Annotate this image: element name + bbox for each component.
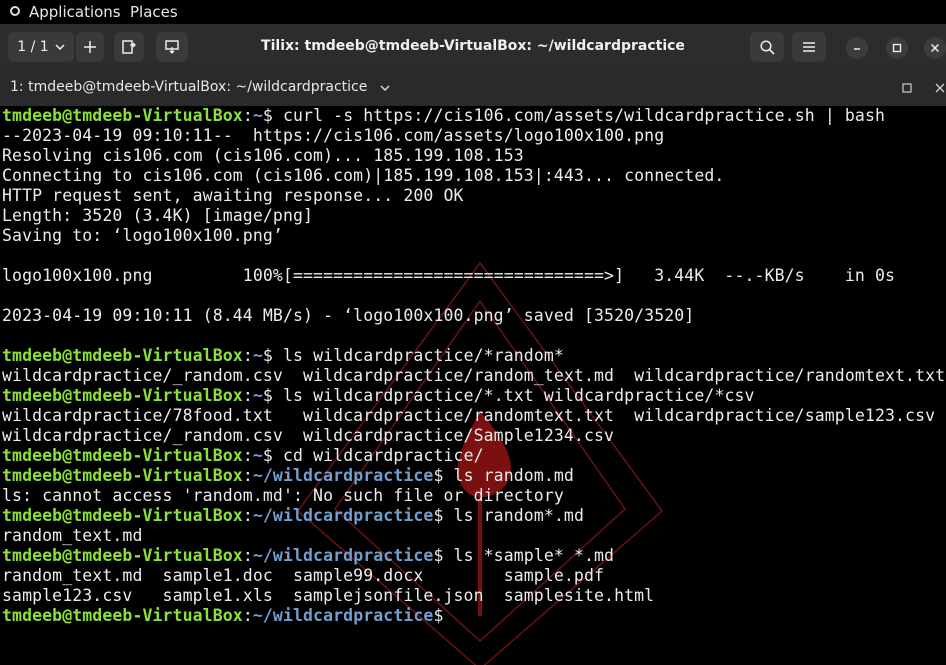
prompt-user-host: tmdeeb@tmdeeb-VirtualBox xyxy=(2,506,243,525)
prompt-dollar: $ xyxy=(262,446,273,465)
output-line: wildcardpractice/78food.txt wildcardprac… xyxy=(2,406,936,425)
prompt-colon: : xyxy=(242,506,253,525)
prompt-path: ~ xyxy=(252,106,263,125)
prompt-line: tmdeeb@tmdeeb-VirtualBox:~/wildcardpract… xyxy=(2,466,946,486)
close-terminal-icon[interactable] xyxy=(935,83,945,93)
output-line: Resolving cis106.com (cis106.com)... 185… xyxy=(2,146,524,165)
session-label: 1 / 1 xyxy=(17,39,49,55)
prompt-line: tmdeeb@tmdeeb-VirtualBox:~$ curl -s http… xyxy=(2,106,946,126)
activities-icon[interactable] xyxy=(10,6,20,16)
output-line: logo100x100.png 100%[===================… xyxy=(2,266,896,285)
split-right-button[interactable] xyxy=(114,32,144,62)
command-text: ls wildcardpractice/*random* xyxy=(272,346,564,365)
output-line: random_text.md sample1.doc sample99.docx… xyxy=(2,566,605,585)
prompt-path: ~ xyxy=(252,446,263,465)
prompt-line: tmdeeb@tmdeeb-VirtualBox:~$ ls wildcardp… xyxy=(2,346,946,366)
search-button[interactable] xyxy=(750,32,784,62)
prompt-path: ~ xyxy=(252,346,263,365)
prompt-path: ~/wildcardpractice xyxy=(252,506,434,525)
command-text: curl -s https://cis106.com/assets/wildca… xyxy=(272,106,886,125)
prompt-colon: : xyxy=(242,446,253,465)
output-line: sample123.csv sample1.xls samplejsonfile… xyxy=(2,586,655,605)
prompt-user-host: tmdeeb@tmdeeb-VirtualBox xyxy=(2,346,243,365)
output-line: Connecting to cis106.com (cis106.com)|18… xyxy=(2,166,725,185)
chevron-down-icon xyxy=(380,85,390,91)
prompt-dollar: $ xyxy=(433,546,444,565)
minimize-button[interactable] xyxy=(846,37,868,59)
chevron-down-icon xyxy=(55,44,65,50)
top-panel: Applications Places xyxy=(0,0,946,24)
prompt-dollar: $ xyxy=(433,466,444,485)
hamburger-icon xyxy=(803,42,815,52)
output-line: ls: cannot access 'random.md': No such f… xyxy=(2,486,564,505)
prompt-colon: : xyxy=(242,546,253,565)
command-text: cd wildcardpractice/ xyxy=(272,446,484,465)
output-line: random_text.md xyxy=(2,526,143,545)
terminal-tab[interactable]: 1: tmdeeb@tmdeeb-VirtualBox: ~/wildcardp… xyxy=(10,79,390,95)
command-text: ls wildcardpractice/*.txt wildcardpracti… xyxy=(272,386,755,405)
split-down-button[interactable] xyxy=(156,32,188,62)
prompt-line: tmdeeb@tmdeeb-VirtualBox:~$ ls wildcardp… xyxy=(2,386,946,406)
prompt-colon: : xyxy=(242,106,253,125)
output-line: HTTP request sent, awaiting response... … xyxy=(2,186,464,205)
output-line: wildcardpractice/_random.csv wildcardpra… xyxy=(2,426,615,445)
prompt-user-host: tmdeeb@tmdeeb-VirtualBox xyxy=(2,386,243,405)
terminal-tab-label: 1: tmdeeb@tmdeeb-VirtualBox: ~/wildcardp… xyxy=(10,79,368,95)
prompt-line: tmdeeb@tmdeeb-VirtualBox:~/wildcardpract… xyxy=(2,506,946,526)
output-line: --2023-04-19 09:10:11-- https://cis106.c… xyxy=(2,126,665,145)
search-icon xyxy=(759,39,775,55)
window-titlebar: 1 / 1 Tilix: tmdeeb@tmdeeb-VirtualBox: ~… xyxy=(0,24,946,70)
maximize-button[interactable] xyxy=(886,37,908,59)
prompt-colon: : xyxy=(242,466,253,485)
prompt-dollar: $ xyxy=(262,106,273,125)
command-text: ls random*.md xyxy=(443,506,584,525)
prompt-colon: : xyxy=(242,346,253,365)
split-right-icon xyxy=(122,40,136,54)
prompt-user-host: tmdeeb@tmdeeb-VirtualBox xyxy=(2,546,243,565)
prompt-line: tmdeeb@tmdeeb-VirtualBox:~/wildcardpract… xyxy=(2,606,946,626)
prompt-user-host: tmdeeb@tmdeeb-VirtualBox xyxy=(2,106,243,125)
maximize-icon xyxy=(892,43,902,53)
prompt-dollar: $ xyxy=(433,506,444,525)
prompt-user-host: tmdeeb@tmdeeb-VirtualBox xyxy=(2,446,243,465)
prompt-path: ~/wildcardpractice xyxy=(252,606,434,625)
minimize-icon xyxy=(854,48,860,50)
output-line: wildcardpractice/_random.csv wildcardpra… xyxy=(2,366,946,385)
prompt-path: ~/wildcardpractice xyxy=(252,546,434,565)
close-window-button[interactable] xyxy=(924,37,946,59)
prompt-user-host: tmdeeb@tmdeeb-VirtualBox xyxy=(2,606,243,625)
prompt-path: ~/wildcardpractice xyxy=(252,466,434,485)
output-line: 2023-04-19 09:10:11 (8.44 MB/s) - ‘logo1… xyxy=(2,306,695,325)
prompt-line: tmdeeb@tmdeeb-VirtualBox:~$ cd wildcardp… xyxy=(2,446,946,466)
prompt-line: tmdeeb@tmdeeb-VirtualBox:~/wildcardpract… xyxy=(2,546,946,566)
add-session-button[interactable] xyxy=(76,32,104,62)
maximize-terminal-icon[interactable] xyxy=(902,83,912,93)
output-line: Saving to: ‘logo100x100.png’ xyxy=(2,226,283,245)
prompt-dollar: $ xyxy=(433,606,444,625)
terminal-output: tmdeeb@tmdeeb-VirtualBox:~$ curl -s http… xyxy=(0,106,946,626)
output-line: Length: 3520 (3.4K) [image/png] xyxy=(2,206,314,225)
plus-icon xyxy=(84,41,96,53)
applications-menu[interactable]: Applications xyxy=(29,3,121,21)
prompt-path: ~ xyxy=(252,386,263,405)
places-menu[interactable]: Places xyxy=(130,3,178,21)
prompt-dollar: $ xyxy=(262,386,273,405)
prompt-colon: : xyxy=(242,606,253,625)
terminal-tab-bar: 1: tmdeeb@tmdeeb-VirtualBox: ~/wildcardp… xyxy=(0,70,946,107)
command-text: ls random.md xyxy=(443,466,574,485)
prompt-colon: : xyxy=(242,386,253,405)
prompt-user-host: tmdeeb@tmdeeb-VirtualBox xyxy=(2,466,243,485)
command-text: ls *sample* *.md xyxy=(443,546,615,565)
split-down-icon xyxy=(165,40,179,54)
terminal-area[interactable]: tmdeeb@tmdeeb-VirtualBox:~$ curl -s http… xyxy=(0,106,946,665)
close-icon xyxy=(930,43,940,53)
session-switcher-button[interactable]: 1 / 1 xyxy=(8,32,74,62)
prompt-dollar: $ xyxy=(262,346,273,365)
menu-button[interactable] xyxy=(792,32,826,62)
